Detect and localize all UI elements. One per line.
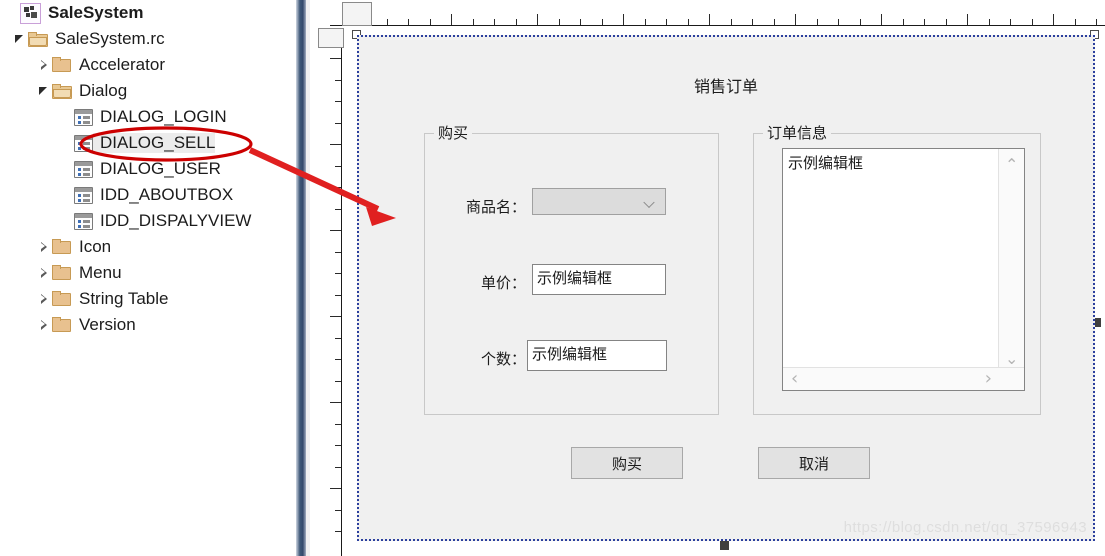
tree-item-label: Icon [79,237,112,256]
dialog-resource-icon [74,186,93,204]
tree-item-version-folder[interactable]: Version [0,312,296,338]
input-order-detail[interactable]: 示例编辑框 ⌃ ⌄ ‹ › [782,148,1025,391]
groupbox-order-info-title: 订单信息 [763,122,832,143]
tree-item-label: SaleSystem [48,3,144,22]
tree-item-dialog-folder[interactable]: Dialog [0,78,296,104]
horizontal-scrollbar[interactable]: ‹ › [783,367,1024,390]
chevron-expanded-icon[interactable] [14,32,28,46]
scroll-up-icon[interactable]: ⌃ [1005,157,1018,173]
tree-item-label: SaleSystem.rc [55,29,165,48]
tree-item-accelerator[interactable]: Accelerator [0,52,296,78]
folder-icon [52,57,72,73]
tree-item-label: Version [79,315,136,334]
dialog-designer-panel: 销售订单 购买 商品名： 单价： 示例编辑框 个数： 示例编辑框 订单信息 示例… [310,0,1105,556]
dialog-resource-icon [74,160,93,178]
tree-item-root[interactable]: SaleSystem [0,0,296,26]
tree-item-salesystem-rc[interactable]: SaleSystem.rc [0,26,296,52]
tree-item-idd-aboutbox[interactable]: IDD_ABOUTBOX [0,182,296,208]
folder-open-icon [52,83,72,99]
label-product-name: 商品名： [465,198,526,216]
chevron-down-icon [645,198,656,204]
solution-explorer-panel: SaleSystem SaleSystem.rc Accelerator Dia… [0,0,296,556]
tree-item-label: Dialog [79,81,128,100]
tree-item-dialog-user[interactable]: DIALOG_USER [0,156,296,182]
label-quantity: 个数： [480,350,526,368]
scroll-left-icon[interactable]: ‹ [791,370,798,388]
tree-item-label: Menu [79,263,122,282]
chevron-right-icon[interactable] [38,266,52,280]
scroll-down-icon[interactable]: ⌄ [1005,351,1018,367]
input-quantity[interactable]: 示例编辑框 [527,340,667,371]
expander-placeholder [6,6,20,20]
chevron-right-icon[interactable] [38,292,52,306]
buy-button[interactable]: 购买 [571,447,683,479]
groupbox-order-info[interactable]: 订单信息 示例编辑框 ⌃ ⌄ ‹ › [753,122,1041,415]
order-detail-text: 示例编辑框 [788,154,864,172]
chevron-expanded-icon[interactable] [38,84,52,98]
vertical-ruler [321,30,342,556]
horizontal-ruler [330,3,1105,26]
dialog-preview[interactable]: 销售订单 购买 商品名： 单价： 示例编辑框 个数： 示例编辑框 订单信息 示例… [357,35,1095,541]
dialog-heading: 销售订单 [693,77,758,96]
label-unit-price: 单价： [480,274,526,292]
tree-item-label: DIALOG_SELL [93,133,216,153]
folder-icon [52,265,72,281]
tree-item-string-table-folder[interactable]: String Table [0,286,296,312]
combo-product-name[interactable] [532,188,666,215]
ruler-corner-box [342,2,372,26]
tree-item-menu-folder[interactable]: Menu [0,260,296,286]
folder-icon [52,317,72,333]
chevron-right-icon[interactable] [38,58,52,72]
groupbox-purchase[interactable]: 购买 商品名： 单价： 示例编辑框 个数： 示例编辑框 [424,122,719,415]
dialog-resource-icon [74,212,93,230]
project-icon [20,2,41,24]
folder-open-icon [28,31,48,47]
scroll-right-icon[interactable]: › [985,370,992,388]
tree-item-label: DIALOG_USER [100,159,221,178]
tree-item-label: Accelerator [79,55,165,74]
tree-item-idd-dispalyview[interactable]: IDD_DISPALYVIEW [0,208,296,234]
cancel-button[interactable]: 取消 [758,447,870,479]
input-unit-price[interactable]: 示例编辑框 [532,264,666,295]
tree-item-label: IDD_ABOUTBOX [100,185,234,204]
dialog-resource-icon [74,108,93,126]
tree-item-icon-folder[interactable]: Icon [0,234,296,260]
folder-icon [52,291,72,307]
designer-canvas[interactable]: 销售订单 购买 商品名： 单价： 示例编辑框 个数： 示例编辑框 订单信息 示例… [344,28,1101,550]
resize-handle-bottom-center[interactable] [720,541,729,550]
vertical-ruler-corner [318,28,344,48]
chevron-right-icon[interactable] [38,240,52,254]
chevron-right-icon[interactable] [38,318,52,332]
tree-item-dialog-login[interactable]: DIALOG_LOGIN [0,104,296,130]
groupbox-purchase-title: 购买 [434,122,473,143]
vertical-scrollbar[interactable]: ⌃ ⌄ [998,149,1024,375]
dialog-resource-icon [74,134,93,152]
tree-item-label: DIALOG_LOGIN [100,107,227,126]
tree-item-label: IDD_DISPALYVIEW [100,211,252,230]
watermark-text: https://blog.csdn.net/qq_37596943 [843,519,1087,536]
tree-item-label: String Table [79,289,169,308]
tree-item-dialog-sell[interactable]: DIALOG_SELL [0,130,296,156]
folder-icon [52,239,72,255]
vs-resource-designer-window: SaleSystem SaleSystem.rc Accelerator Dia… [0,0,1105,556]
